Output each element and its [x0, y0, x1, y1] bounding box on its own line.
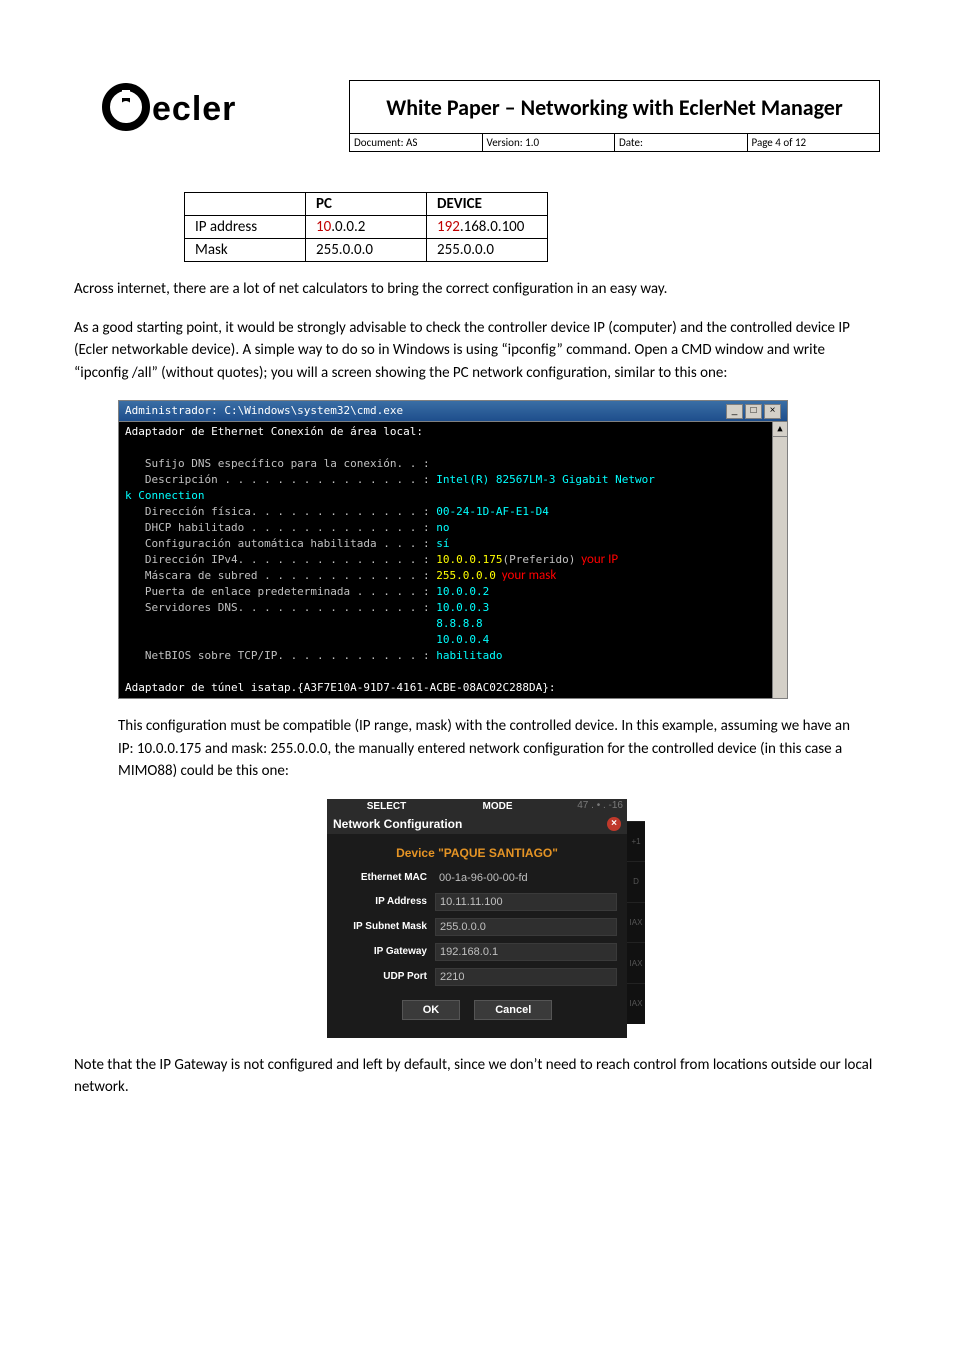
meta-date: Date:	[615, 134, 748, 151]
ip-pc-value: 10.0.0.2	[306, 216, 427, 239]
mask-device-value: 255.0.0.0	[427, 239, 548, 262]
mac-label: Ethernet MAC	[337, 872, 435, 883]
close-icon[interactable]: ×	[764, 404, 781, 419]
udp-input[interactable]: 2210	[435, 968, 617, 986]
annotation-your-mask: your mask	[496, 568, 556, 583]
cmd-window: Administrador: C:\Windows\system32\cmd.e…	[118, 400, 788, 699]
ip-row-label: IP address	[185, 216, 306, 239]
tab-right-info: 47 . • . -16	[553, 800, 623, 813]
mask-label: IP Subnet Mask	[337, 921, 435, 932]
minimize-icon[interactable]: _	[726, 404, 743, 419]
close-icon[interactable]: ×	[607, 817, 621, 831]
meta-version: Version: 1.0	[483, 134, 616, 151]
cmd-scrollbar[interactable]: ▲	[772, 422, 787, 698]
paragraph-4: Note that the IP Gateway is not configur…	[74, 1054, 880, 1099]
cmd-body: Adaptador de Ethernet Conexión de área l…	[118, 422, 788, 699]
cancel-button[interactable]: Cancel	[474, 1000, 552, 1020]
scroll-up-icon[interactable]: ▲	[773, 422, 787, 437]
cmd-titlebar: Administrador: C:\Windows\system32\cmd.e…	[118, 400, 788, 422]
annotation-your-ip: your IP	[575, 552, 618, 567]
device-name: Device "PAQUE SANTIAGO"	[337, 846, 617, 860]
udp-label: UDP Port	[337, 971, 435, 982]
network-config-dialog: SELECT MODE 47 . • . -16 Network Configu…	[327, 799, 627, 1038]
dialog-side-decor: +1 D IAX IAX IAX	[627, 821, 645, 1024]
mask-pc-value: 255.0.0.0	[306, 239, 427, 262]
ip-label: IP Address	[337, 896, 435, 907]
maximize-icon[interactable]: □	[745, 404, 762, 419]
meta-document: Document: AS	[350, 134, 483, 151]
gateway-label: IP Gateway	[337, 946, 435, 957]
cmd-title-text: Administrador: C:\Windows\system32\cmd.e…	[125, 403, 403, 419]
ip-table-head-device: DEVICE	[427, 193, 548, 216]
mac-value: 00-1a-96-00-00-fd	[435, 870, 617, 886]
ip-table-head-pc: PC	[306, 193, 427, 216]
tab-mode[interactable]: MODE	[442, 800, 553, 813]
paragraph-1: Across internet, there are a lot of net …	[74, 278, 880, 301]
ip-table: PC DEVICE IP address 10.0.0.2 192.168.0.…	[184, 192, 548, 262]
gateway-input[interactable]: 192.168.0.1	[435, 943, 617, 961]
dialog-title: Network Configuration	[333, 817, 462, 831]
ok-button[interactable]: OK	[402, 1000, 461, 1020]
svg-text:ecler: ecler	[152, 90, 236, 128]
paragraph-3: This configuration must be compatible (I…	[118, 715, 850, 783]
ip-device-value: 192.168.0.100	[427, 216, 548, 239]
paragraph-2: As a good starting point, it would be st…	[74, 317, 880, 385]
logo: ecler	[74, 80, 349, 134]
meta-page: Page 4 of 12	[748, 134, 880, 151]
doc-title: White Paper – Networking with EclerNet M…	[349, 80, 880, 134]
mask-row-label: Mask	[185, 239, 306, 262]
doc-meta: Document: AS Version: 1.0 Date: Page 4 o…	[74, 133, 880, 152]
doc-header: ecler White Paper – Networking with Ecle…	[74, 80, 880, 134]
ip-input[interactable]: 10.11.11.100	[435, 893, 617, 911]
mask-input[interactable]: 255.0.0.0	[435, 918, 617, 936]
tab-select[interactable]: SELECT	[331, 800, 442, 813]
